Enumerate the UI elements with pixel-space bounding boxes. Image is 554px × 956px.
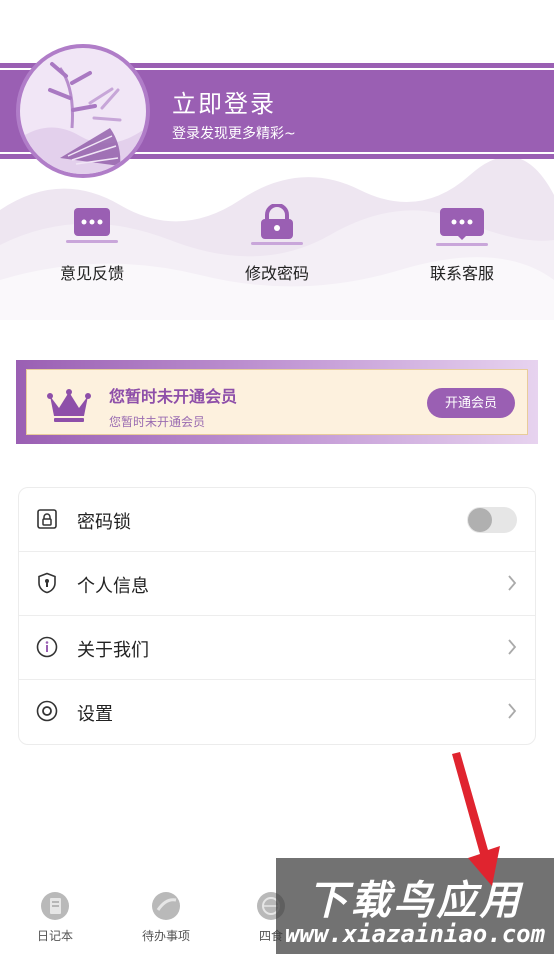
customer-service-icon bbox=[430, 204, 494, 248]
settings-item-personal-info[interactable]: 个人信息 bbox=[19, 552, 535, 616]
chevron-right-icon bbox=[508, 575, 517, 591]
tab-label: 待办事项 bbox=[141, 929, 190, 943]
vip-card-inner: 您暂时未开通会员 您暂时未开通会员 开通会员 bbox=[26, 369, 528, 435]
settings-circle-icon bbox=[36, 700, 58, 722]
info-icon bbox=[36, 636, 58, 658]
settings-item-password-lock[interactable]: 密码锁 bbox=[19, 488, 535, 552]
password-lock-toggle[interactable] bbox=[467, 507, 517, 533]
login-title[interactable]: 立即登录 bbox=[172, 84, 276, 119]
quick-action-label: 修改密码 bbox=[244, 264, 309, 283]
bamboo-fan-illustration-icon bbox=[20, 62, 146, 174]
red-arrow-annotation bbox=[452, 752, 500, 886]
todo-icon bbox=[152, 892, 180, 920]
quick-action-contact-service[interactable]: 联系客服 bbox=[402, 204, 522, 284]
tab-label: 日记本 bbox=[36, 929, 73, 943]
watermark-url: www.xiazainiao.com bbox=[284, 920, 546, 948]
vip-card[interactable]: 您暂时未开通会员 您暂时未开通会员 开通会员 bbox=[16, 360, 538, 444]
vip-subtitle: 您暂时未开通会员 bbox=[109, 415, 206, 429]
quick-action-change-password[interactable]: 修改密码 bbox=[217, 203, 337, 284]
padlock-icon bbox=[245, 203, 309, 248]
vip-title: 您暂时未开通会员 bbox=[109, 387, 238, 406]
toggle-knob bbox=[468, 508, 492, 532]
diary-icon bbox=[41, 892, 69, 920]
tab-diary[interactable]: 日记本 bbox=[15, 892, 95, 944]
chat-bubble-icon bbox=[60, 204, 124, 248]
quick-action-label: 意见反馈 bbox=[59, 264, 124, 283]
tab-todo[interactable]: 待办事项 bbox=[126, 892, 206, 944]
settings-item-about-us[interactable]: 关于我们 bbox=[19, 616, 535, 680]
settings-item-label: 关于我们 bbox=[77, 640, 149, 661]
login-subtitle[interactable]: 登录发现更多精彩~ bbox=[172, 123, 296, 143]
shield-user-icon bbox=[38, 572, 56, 594]
watermark: 下载鸟应用 www.xiazainiao.com bbox=[276, 858, 554, 954]
settings-list: 密码锁 个人信息 关于我们 设置 bbox=[18, 487, 536, 745]
crown-icon bbox=[47, 389, 91, 422]
settings-item-label: 个人信息 bbox=[77, 576, 149, 597]
avatar[interactable] bbox=[16, 44, 150, 178]
settings-item-label: 设置 bbox=[77, 704, 113, 725]
quick-action-feedback[interactable]: 意见反馈 bbox=[32, 204, 152, 284]
quick-action-label: 联系客服 bbox=[429, 264, 494, 283]
lock-icon bbox=[37, 509, 57, 529]
chevron-right-icon bbox=[508, 639, 517, 655]
open-vip-button[interactable]: 开通会员 bbox=[427, 388, 515, 418]
settings-item-label: 密码锁 bbox=[77, 512, 131, 533]
settings-item-settings[interactable]: 设置 bbox=[19, 680, 535, 744]
chevron-right-icon bbox=[508, 703, 517, 719]
